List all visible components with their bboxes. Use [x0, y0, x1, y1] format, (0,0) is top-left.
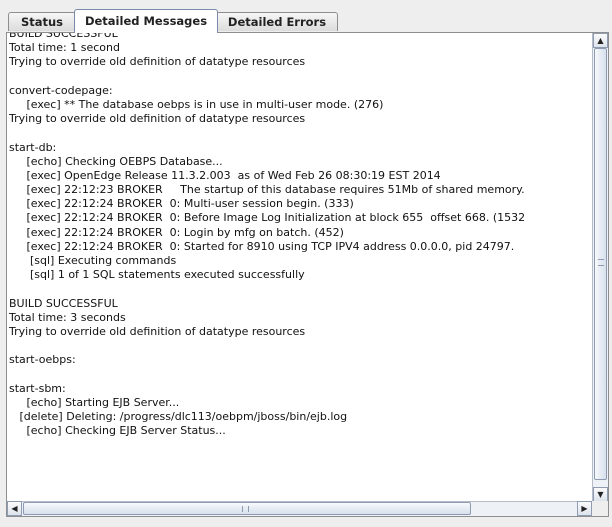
- scroll-down-button[interactable]: ▼: [593, 487, 608, 502]
- tab-detailed-errors[interactable]: Detailed Errors: [216, 12, 338, 31]
- grip-icon: [242, 506, 249, 512]
- vertical-scroll-thumb[interactable]: [594, 48, 607, 480]
- log-line: [delete] Deleting: /progress/dlc113/oebp…: [9, 410, 348, 424]
- log-line: [exec] 22:12:23 BROKER The startup of th…: [9, 183, 525, 197]
- arrow-right-icon: ▶: [581, 503, 588, 513]
- log-line: convert-codepage:: [9, 83, 113, 97]
- tab-strip: Status Detailed Messages Detailed Errors: [4, 8, 608, 33]
- log-line: [exec] 22:12:24 BROKER 0: Started for 89…: [9, 239, 515, 253]
- arrow-up-icon: ▲: [597, 35, 604, 45]
- log-line: Total time: 1 second: [9, 41, 120, 55]
- log-line: BUILD SUCCESSFUL: [9, 296, 118, 310]
- log-line: Total time: 3 seconds: [9, 310, 126, 324]
- log-line: Trying to override old definition of dat…: [9, 55, 306, 69]
- arrow-left-icon: ◀: [11, 503, 18, 513]
- scroll-up-button[interactable]: ▲: [593, 33, 608, 48]
- log-line: start-sbm:: [9, 381, 66, 395]
- log-line: [exec] ** The database oebps is in use i…: [9, 97, 384, 111]
- log-line: [sql] 1 of 1 SQL statements executed suc…: [9, 268, 305, 282]
- log-line: Trying to override old definition of dat…: [9, 324, 306, 338]
- horizontal-scrollbar[interactable]: ◀ ▶: [7, 501, 592, 516]
- vertical-scrollbar[interactable]: ▲ ▼: [592, 33, 608, 502]
- log-line: Trying to override old definition of dat…: [9, 112, 306, 126]
- log-line: start-db:: [9, 140, 57, 154]
- log-line: [exec] 22:12:24 BROKER 0: Multi-user ses…: [9, 197, 354, 211]
- log-line: start-oebps:: [9, 353, 76, 367]
- horizontal-scroll-thumb[interactable]: [23, 502, 471, 515]
- tab-detailed-messages[interactable]: Detailed Messages: [74, 9, 218, 33]
- log-line: [sql] Executing commands: [9, 254, 177, 267]
- messages-panel: BUILD SUCCESSFUL Total time: 1 second Tryi…: [6, 32, 609, 517]
- log-line: [echo] Checking EJB Server Status...: [9, 424, 226, 438]
- scrollbar-corner: [592, 501, 608, 516]
- log-output: BUILD SUCCESSFUL Total time: 1 second Tryi…: [9, 33, 525, 438]
- messages-text-area[interactable]: BUILD SUCCESSFUL Total time: 1 second Tryi…: [7, 33, 592, 502]
- log-line: [exec] OpenEdge Release 11.3.2.003 as of…: [9, 168, 441, 182]
- log-line: [exec] 22:12:24 BROKER 0: Before Image L…: [9, 211, 526, 225]
- log-line: [echo] Starting EJB Server...: [9, 395, 180, 409]
- scroll-right-button[interactable]: ▶: [577, 501, 592, 516]
- log-line: [exec] 22:12:24 BROKER 0: Login by mfg o…: [9, 225, 344, 239]
- scroll-left-button[interactable]: ◀: [7, 501, 22, 516]
- log-line: BUILD SUCCESSFUL: [9, 33, 118, 40]
- log-line: [echo] Checking OEBPS Database...: [9, 154, 223, 168]
- tab-status[interactable]: Status: [8, 12, 76, 31]
- grip-icon: [598, 259, 604, 266]
- arrow-down-icon: ▼: [597, 489, 604, 499]
